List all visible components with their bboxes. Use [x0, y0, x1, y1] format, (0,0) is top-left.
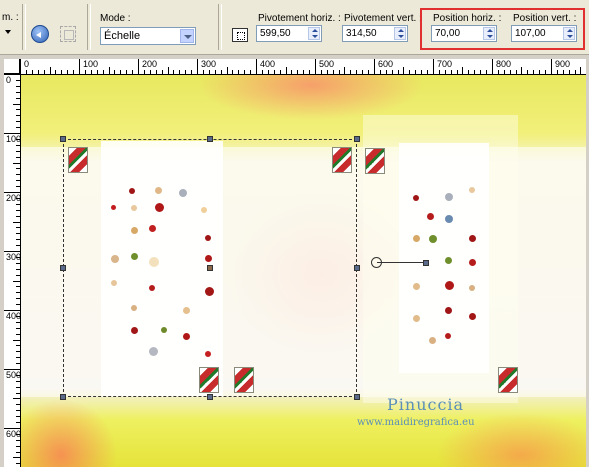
watermark-site: www.maidiregrafica.eu	[357, 417, 475, 428]
separator	[87, 4, 91, 50]
position-horizontal-spinner[interactable]	[483, 27, 495, 40]
watermark-name: Pinuccia	[387, 395, 465, 414]
artwork-canvas[interactable]: Pinuccia www.maidiregrafica.eu	[21, 75, 586, 467]
ruler-label: 800	[496, 59, 512, 69]
ruler-label: 300	[6, 252, 21, 262]
pivot-horizontal-value: 599,50	[260, 28, 291, 39]
rotation-handle[interactable]	[423, 260, 429, 266]
resize-handle-nw[interactable]	[60, 136, 66, 142]
chevron-down-icon[interactable]	[180, 29, 194, 43]
pivot-icon[interactable]	[232, 28, 248, 42]
dropdown-arrow-icon[interactable]	[3, 30, 13, 36]
ruler-label: 500	[319, 59, 335, 69]
ruler-label: 900	[555, 59, 571, 69]
tool-options-bar: m. : Mode : Échelle Pivotement horiz. : …	[0, 0, 589, 55]
position-vertical-value: 107,00	[515, 28, 546, 39]
pivot-vertical-label: Pivotement vert. :	[344, 13, 422, 24]
ruler-label: 100	[6, 134, 21, 144]
vertical-ruler-ticks	[4, 74, 20, 464]
ruler-label: 400	[6, 311, 21, 321]
vertical-ruler: 0 100 200 300 400 500 600	[4, 74, 21, 467]
position-horizontal-field[interactable]: 70,00	[431, 25, 497, 42]
ruler-label: 200	[142, 59, 158, 69]
truncated-label: m. :	[2, 12, 19, 23]
ruler-label: 600	[6, 429, 21, 439]
resize-handle-se[interactable]	[354, 394, 360, 400]
resize-handle-ne[interactable]	[354, 136, 360, 142]
ruler-corner	[4, 59, 20, 74]
dot-pattern	[399, 165, 489, 365]
pivot-vertical-field[interactable]: 314,50	[342, 25, 408, 42]
ruler-label: 500	[6, 370, 21, 380]
corner-ornament	[498, 367, 518, 393]
mode-value: Échelle	[104, 30, 141, 42]
position-horizontal-value: 70,00	[435, 28, 461, 39]
ruler-label: 700	[437, 59, 453, 69]
position-horizontal-label: Position horiz. :	[433, 13, 502, 24]
mode-label: Mode :	[100, 13, 131, 24]
resize-handle-s[interactable]	[207, 394, 213, 400]
resize-handle-n[interactable]	[207, 136, 213, 142]
ruler-label: 0	[6, 75, 12, 85]
separator	[22, 4, 26, 50]
ruler-label: 0	[24, 59, 30, 69]
pivot-point-icon[interactable]	[371, 257, 382, 268]
resize-handle-sw[interactable]	[60, 394, 66, 400]
resize-handle-w[interactable]	[60, 265, 66, 271]
rotation-arm	[377, 262, 425, 263]
ruler-label: 200	[6, 193, 21, 203]
position-vertical-label: Position vert. :	[513, 13, 577, 24]
position-vertical-field[interactable]: 107,00	[511, 25, 577, 42]
horizontal-ruler: 0 100 200 300 400 500 600 700 800 900	[20, 59, 586, 75]
mode-select[interactable]: Échelle	[100, 27, 196, 45]
center-handle[interactable]	[207, 265, 213, 271]
ruler-label: 400	[260, 59, 276, 69]
pivot-vertical-spinner[interactable]	[394, 27, 406, 40]
reset-icon[interactable]	[31, 25, 49, 43]
position-vertical-spinner[interactable]	[563, 27, 575, 40]
apply-icon[interactable]	[60, 26, 76, 42]
ruler-label: 100	[83, 59, 99, 69]
corner-ornament	[365, 148, 385, 174]
resize-handle-e[interactable]	[354, 265, 360, 271]
pivot-horizontal-spinner[interactable]	[308, 27, 320, 40]
separator	[218, 4, 222, 50]
pivot-vertical-value: 314,50	[346, 28, 377, 39]
pivot-horizontal-field[interactable]: 599,50	[256, 25, 322, 42]
ruler-label: 300	[201, 59, 217, 69]
pivot-horizontal-label: Pivotement horiz. :	[258, 13, 341, 24]
ruler-label: 600	[378, 59, 394, 69]
